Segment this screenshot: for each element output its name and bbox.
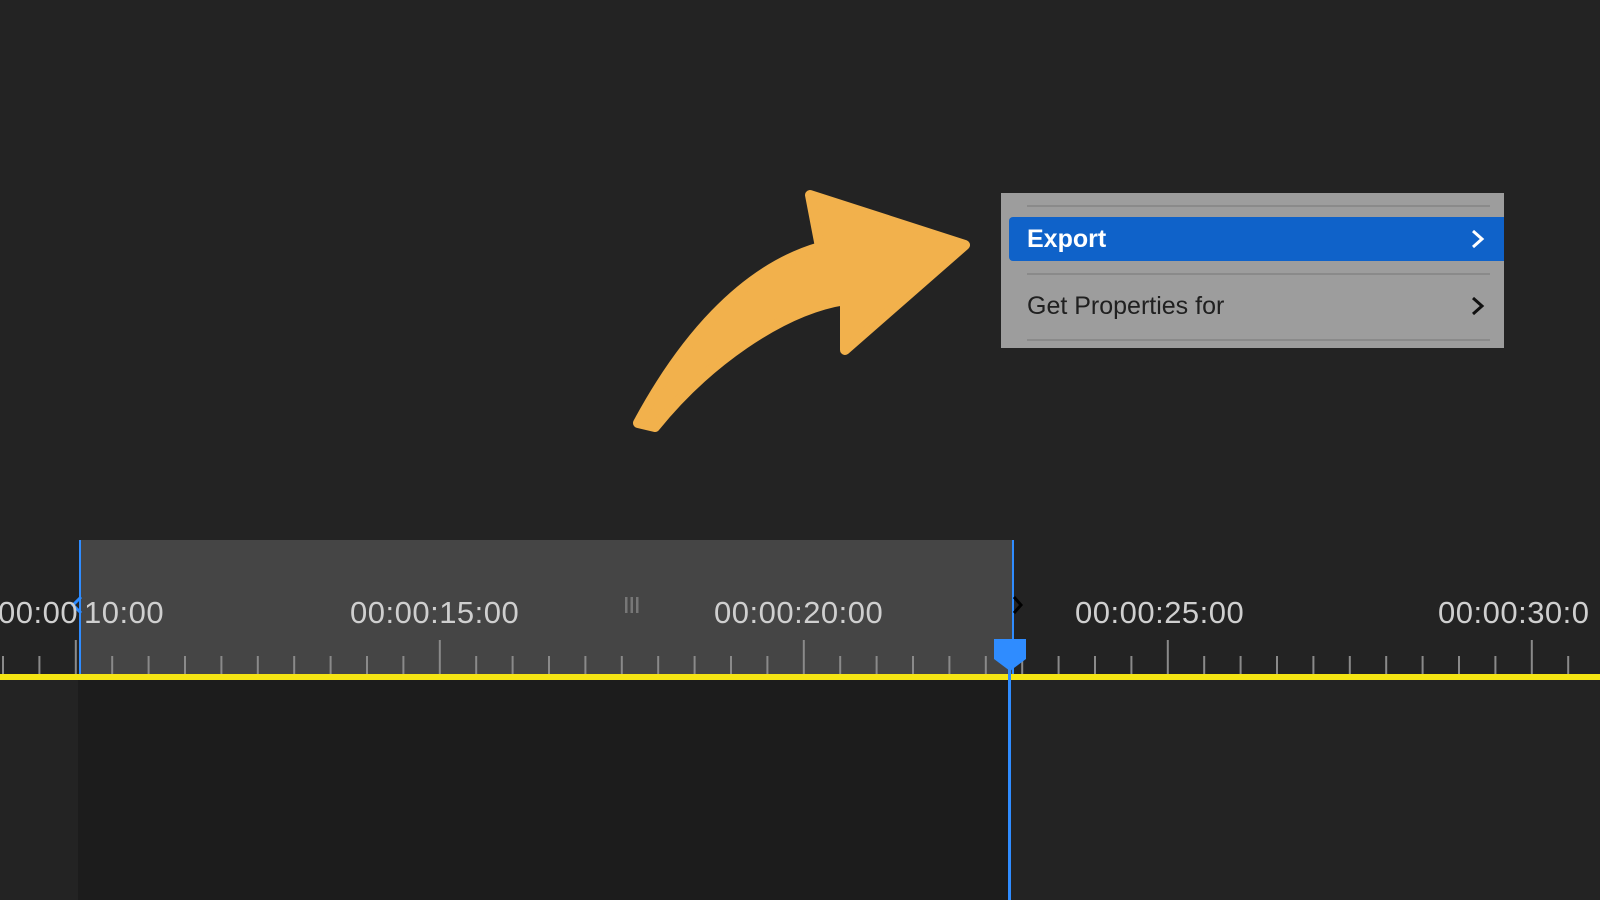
timeline: 00:00 10:00 00:00:15:00 00:00:20:00 00:0… <box>0 540 1600 900</box>
curved-arrow-icon <box>633 190 970 432</box>
ruler-time-label: 00:00:20:00 <box>714 595 884 630</box>
out-point-marker-icon[interactable] <box>1012 595 1024 615</box>
ruler-time-label: 00:00:15:00 <box>350 595 520 630</box>
timeline-render-bar <box>0 674 1600 680</box>
chevron-right-icon <box>1472 229 1485 249</box>
work-area-track-region <box>78 680 1010 900</box>
menu-separator <box>1027 205 1490 207</box>
grip-handle-icon[interactable] <box>624 596 640 614</box>
ruler-time-label: 10:00 <box>84 595 165 630</box>
playhead-line[interactable] <box>1008 648 1011 900</box>
menu-item-get-properties[interactable]: Get Properties for <box>1009 284 1504 328</box>
ruler-time-label: 00:00:30:0 <box>1438 595 1590 630</box>
menu-item-export[interactable]: Export <box>1009 217 1504 261</box>
track-area[interactable] <box>0 680 1600 900</box>
ruler-time-label: 00:00:25:00 <box>1075 595 1245 630</box>
menu-separator <box>1027 339 1490 341</box>
menu-item-export-label: Export <box>1027 224 1107 253</box>
menu-item-get-properties-label: Get Properties for <box>1027 291 1225 320</box>
chevron-right-icon <box>1472 296 1485 316</box>
time-ruler-ticks[interactable] <box>0 636 1600 676</box>
context-menu: Export Get Properties for <box>1001 193 1504 348</box>
playhead-handle-icon[interactable] <box>992 637 1028 673</box>
ruler-time-label: 00:00 <box>0 595 79 630</box>
menu-separator <box>1027 273 1490 275</box>
